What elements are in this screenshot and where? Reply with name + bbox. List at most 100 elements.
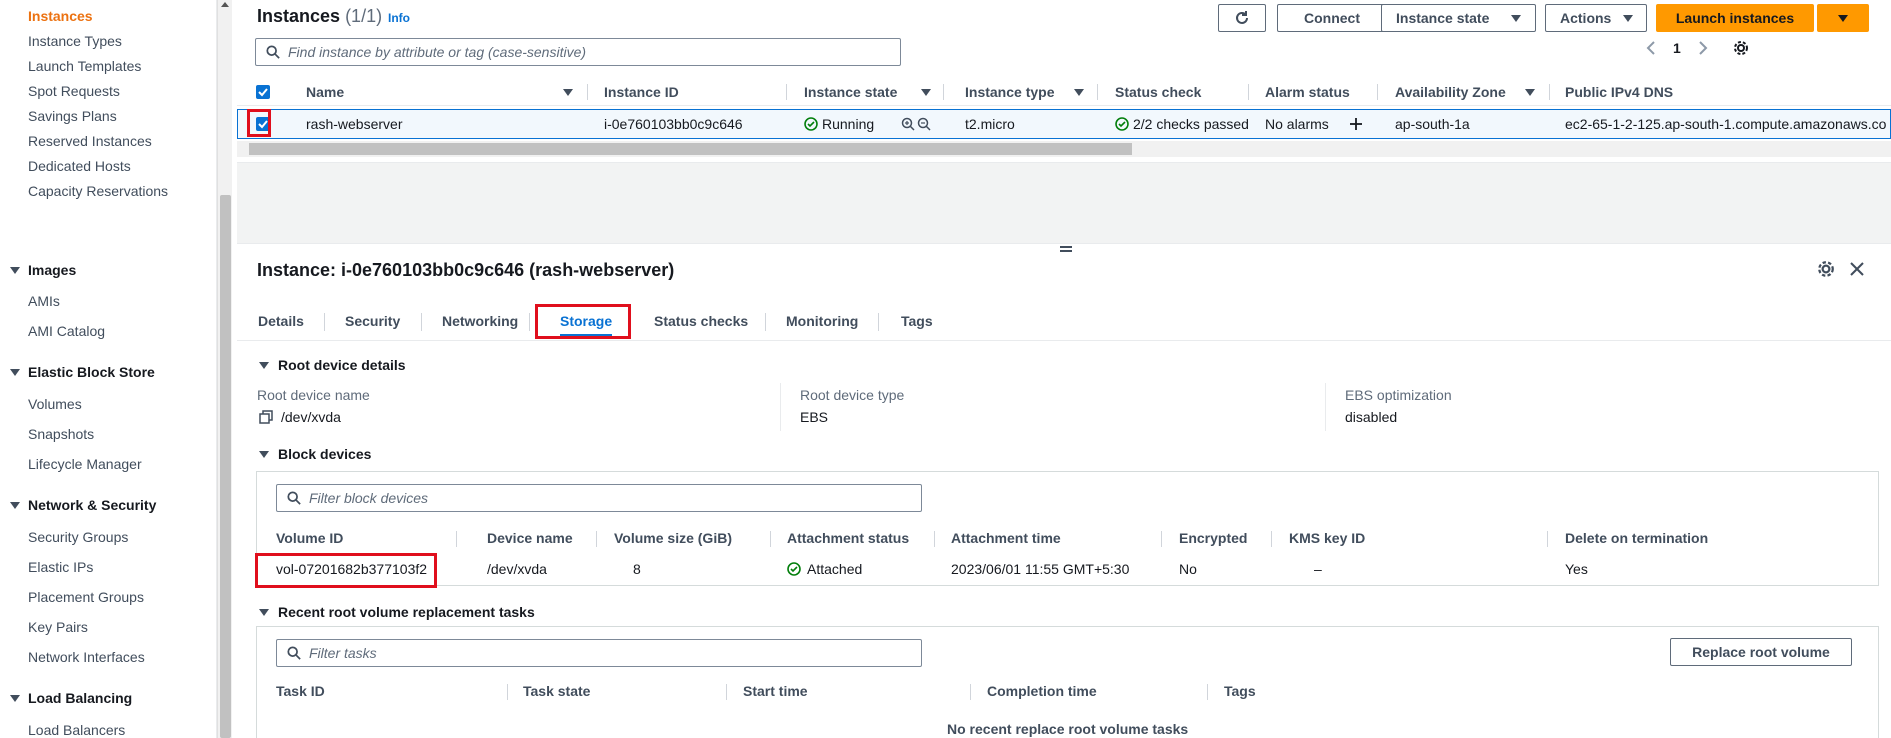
check-circle-icon	[804, 117, 818, 131]
caret-down-icon	[259, 450, 269, 458]
instances-title: Instances (1/1)	[257, 6, 383, 26]
sidebar-item-ami-catalog[interactable]: AMI Catalog	[28, 323, 105, 339]
col-name[interactable]: Name	[306, 78, 344, 106]
gear-icon[interactable]	[1817, 260, 1835, 278]
zoom-in-icon[interactable]	[901, 110, 915, 138]
search-icon	[266, 45, 280, 59]
sidebar-item-snapshots[interactable]: Snapshots	[28, 426, 94, 442]
col-device-name[interactable]: Device name	[487, 530, 573, 546]
col-instance-state[interactable]: Instance state	[804, 78, 897, 106]
chevron-right-icon[interactable]	[1697, 40, 1709, 56]
sort-az-icon[interactable]	[1525, 78, 1535, 106]
sidebar-item-reserved-instances[interactable]: Reserved Instances	[28, 133, 152, 149]
filter-tasks-input[interactable]: Filter tasks	[276, 639, 922, 667]
filter-block-devices-input[interactable]: Filter block devices	[276, 484, 922, 512]
sidebar-item-lifecycle-manager[interactable]: Lifecycle Manager	[28, 456, 142, 472]
sidebar-scrollbar-thumb[interactable]	[220, 195, 231, 738]
col-delete-on-termination[interactable]: Delete on termination	[1565, 530, 1708, 546]
sidebar-item-elastic-ips[interactable]: Elastic IPs	[28, 559, 93, 575]
sidebar-section-load-balancing[interactable]: Load Balancing	[10, 690, 132, 706]
sidebar-item-key-pairs[interactable]: Key Pairs	[28, 619, 88, 635]
caret-down-icon	[1838, 14, 1848, 22]
tab-security[interactable]: Security	[345, 305, 400, 337]
instance-search-input[interactable]: Find instance by attribute or tag (case-…	[255, 38, 901, 66]
resize-handle-icon[interactable]	[1060, 246, 1072, 252]
table-row[interactable]: rash-webserver i-0e760103bb0c9c646 Runni…	[237, 109, 1891, 139]
sidebar-item-capacity-reservations[interactable]: Capacity Reservations	[28, 183, 168, 199]
col-volume-size[interactable]: Volume size (GiB)	[614, 530, 732, 546]
tab-status-checks[interactable]: Status checks	[654, 305, 748, 337]
sidebar-item-dedicated-hosts[interactable]: Dedicated Hosts	[28, 158, 131, 174]
add-alarm-icon[interactable]	[1349, 110, 1363, 138]
sidebar-item-instances[interactable]: Instances	[28, 8, 93, 24]
col-task-id[interactable]: Task ID	[276, 683, 325, 699]
col-attachment-status[interactable]: Attachment status	[787, 530, 909, 546]
sidebar-item-volumes[interactable]: Volumes	[28, 396, 82, 412]
col-completion-time[interactable]: Completion time	[987, 683, 1097, 699]
chevron-left-icon[interactable]	[1645, 40, 1657, 56]
recent-tasks-section[interactable]: Recent root volume replacement tasks	[259, 604, 535, 620]
check-circle-icon	[1115, 117, 1129, 131]
close-icon[interactable]	[1849, 261, 1865, 277]
instance-id-link[interactable]: i-0e760103bb0c9c646	[604, 110, 743, 138]
ec2-console: Instances Instance Types Launch Template…	[0, 0, 1891, 738]
gear-icon[interactable]	[1733, 40, 1749, 56]
col-start-time[interactable]: Start time	[743, 683, 808, 699]
scroll-up-icon[interactable]	[221, 2, 229, 7]
refresh-button[interactable]	[1218, 4, 1266, 32]
sidebar-item-load-balancers[interactable]: Load Balancers	[28, 722, 125, 738]
col-alarm-status[interactable]: Alarm status	[1265, 78, 1350, 106]
sidebar-scrollbar[interactable]	[217, 0, 232, 738]
replace-root-volume-button[interactable]: Replace root volume	[1670, 638, 1852, 666]
col-status-check[interactable]: Status check	[1115, 78, 1201, 106]
sidebar-item-amis[interactable]: AMIs	[28, 293, 60, 309]
sort-state-icon[interactable]	[921, 78, 931, 106]
tab-tags[interactable]: Tags	[901, 305, 933, 337]
sidebar-item-security-groups[interactable]: Security Groups	[28, 529, 128, 545]
sidebar-item-placement-groups[interactable]: Placement Groups	[28, 589, 144, 605]
launch-instances-dropdown[interactable]	[1817, 4, 1869, 32]
sidebar-section-ebs[interactable]: Elastic Block Store	[10, 364, 155, 380]
col-attachment-time[interactable]: Attachment time	[951, 530, 1061, 546]
launch-instances-button[interactable]: Launch instances	[1656, 4, 1814, 32]
zoom-out-icon[interactable]	[917, 110, 931, 138]
tab-monitoring[interactable]: Monitoring	[786, 305, 858, 337]
ebs-optimization-value: disabled	[1345, 409, 1398, 425]
actions-button[interactable]: Actions	[1545, 4, 1647, 32]
col-volume-id[interactable]: Volume ID	[276, 530, 343, 546]
sidebar-item-launch-templates[interactable]: Launch Templates	[28, 58, 141, 74]
device-name: /dev/xvda	[487, 561, 547, 577]
col-instance-type[interactable]: Instance type	[965, 78, 1054, 106]
tab-networking[interactable]: Networking	[442, 305, 518, 337]
sort-type-icon[interactable]	[1074, 78, 1084, 106]
current-page[interactable]: 1	[1673, 40, 1681, 56]
col-instance-id[interactable]: Instance ID	[604, 78, 679, 106]
col-encrypted[interactable]: Encrypted	[1179, 530, 1247, 546]
block-devices-section[interactable]: Block devices	[259, 446, 371, 462]
connect-button[interactable]: Connect	[1277, 4, 1387, 32]
sort-name-icon[interactable]	[563, 78, 573, 106]
status-check: 2/2 checks passed	[1115, 110, 1249, 138]
instance-state-button[interactable]: Instance state	[1381, 4, 1536, 32]
tab-details[interactable]: Details	[258, 305, 304, 337]
instance-name: rash-webserver	[306, 116, 403, 132]
col-tags[interactable]: Tags	[1224, 683, 1256, 699]
sidebar-item-network-interfaces[interactable]: Network Interfaces	[28, 649, 145, 665]
select-all-checkbox[interactable]	[256, 78, 270, 106]
sidebar-section-network-security[interactable]: Network & Security	[10, 497, 156, 513]
copy-icon[interactable]	[259, 410, 273, 424]
col-kms-key-id[interactable]: KMS key ID	[1289, 530, 1365, 546]
horizontal-scrollbar-thumb[interactable]	[249, 143, 1132, 155]
col-task-state[interactable]: Task state	[523, 683, 590, 699]
sidebar-section-images[interactable]: Images	[10, 262, 76, 278]
sidebar-item-savings-plans[interactable]: Savings Plans	[28, 108, 117, 124]
col-public-dns[interactable]: Public IPv4 DNS	[1565, 78, 1673, 106]
sidebar-item-instance-types[interactable]: Instance Types	[28, 33, 122, 49]
instance-state-running: Running	[804, 110, 874, 138]
info-link[interactable]: Info	[388, 11, 410, 25]
table-horizontal-scrollbar[interactable]	[237, 141, 1891, 157]
col-availability-zone[interactable]: Availability Zone	[1395, 78, 1506, 106]
sidebar-item-spot-requests[interactable]: Spot Requests	[28, 83, 120, 99]
check-circle-icon	[787, 562, 801, 576]
root-device-section[interactable]: Root device details	[259, 357, 406, 373]
